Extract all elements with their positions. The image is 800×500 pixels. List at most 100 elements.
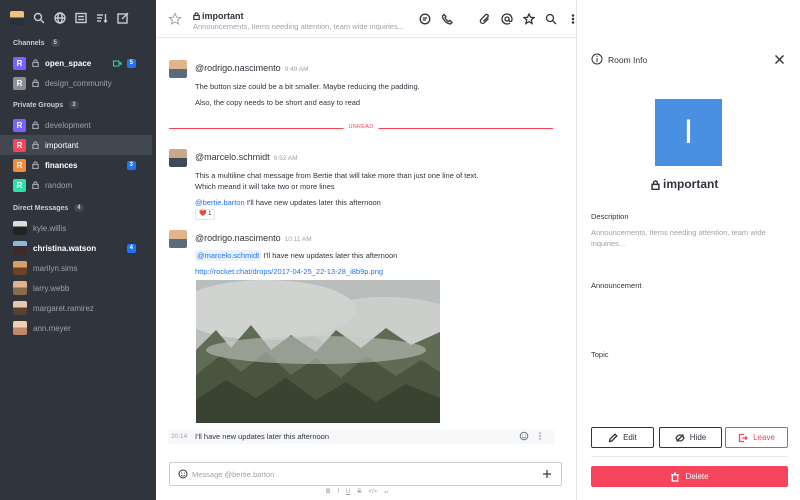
- room-avatar: R: [13, 118, 26, 132]
- room-title-text: important: [202, 11, 244, 21]
- message-avatar[interactable]: [169, 149, 187, 167]
- plus-icon[interactable]: [542, 469, 552, 479]
- sidebar-item-label: marilyn.sims: [33, 263, 78, 273]
- message-time: 20:14: [171, 433, 188, 440]
- sidebar-item-development[interactable]: R development: [0, 115, 156, 135]
- message-time: 10:11 AM: [284, 236, 312, 243]
- message-time: 9:49 AM: [284, 66, 309, 73]
- user-avatar: [13, 281, 27, 295]
- message-text: I'll have new updates later this afterno…: [195, 432, 330, 441]
- discussion-icon[interactable]: [419, 13, 431, 25]
- underline-icon[interactable]: U: [346, 489, 350, 496]
- bold-icon[interactable]: B: [326, 489, 330, 496]
- sidebar-item-label: larry.webb: [33, 283, 70, 293]
- hide-button[interactable]: Hide: [659, 427, 722, 448]
- edit-label: Edit: [623, 433, 637, 442]
- message-text: @marcelo.schmidt I'll have new updates l…: [195, 250, 397, 261]
- sidebar-toolbar: [0, 0, 156, 36]
- sidebar-item-random[interactable]: R random: [0, 175, 156, 195]
- room-topic: Announcements, Items needing attention, …: [193, 22, 404, 31]
- sidebar-item-ann-meyer[interactable]: ann.meyer: [0, 318, 156, 338]
- sidebar-item-kyle-willis[interactable]: kyle.willis: [0, 218, 156, 238]
- eye-off-icon: [675, 433, 685, 442]
- room-avatar: R: [13, 76, 26, 90]
- message-header: @rodrigo.nascimento 9:49 AM: [195, 63, 309, 73]
- starred-icon[interactable]: [522, 12, 536, 25]
- sidebar-item-finances[interactable]: R finances 3: [0, 155, 156, 175]
- sidebar-item-larry-webb[interactable]: larry.webb: [0, 278, 156, 298]
- unread-badge: 4: [126, 243, 136, 253]
- message-avatar[interactable]: [169, 60, 187, 78]
- sidebar-item-label: random: [45, 180, 73, 190]
- formatting-toolbar: B I U S </> ↵: [326, 489, 389, 496]
- reaction-heart[interactable]: ❤️ 1: [195, 209, 216, 220]
- sidebar: Channels 5 R open_space 5 R design_commu…: [0, 0, 156, 500]
- message-username[interactable]: @rodrigo.nascimento: [195, 233, 281, 243]
- directory-icon[interactable]: [54, 12, 66, 24]
- sidebar-item-open-space[interactable]: R open_space 5: [0, 53, 156, 73]
- sidebar-item-label: development: [45, 120, 91, 130]
- favorite-star-icon[interactable]: [168, 12, 182, 26]
- message-avatar[interactable]: [169, 230, 187, 248]
- sort-icon[interactable]: [96, 12, 108, 24]
- room-name-text: important: [663, 177, 719, 191]
- delete-button[interactable]: Delete: [591, 466, 788, 487]
- info-icon: [591, 53, 603, 65]
- lock-icon: [32, 121, 39, 130]
- emoji-icon[interactable]: [178, 469, 188, 479]
- strike-icon[interactable]: S: [357, 489, 361, 496]
- trash-icon: [671, 472, 680, 482]
- lock-icon: [32, 181, 39, 190]
- announcement-label: Announcement: [591, 281, 642, 290]
- forest-fog-image: [196, 280, 440, 423]
- message-input[interactable]: [192, 467, 532, 481]
- message-menu-icon[interactable]: [535, 431, 545, 441]
- multiline-icon[interactable]: ↵: [384, 489, 389, 496]
- attachment-icon[interactable]: [479, 13, 491, 25]
- leave-label: Leave: [753, 433, 775, 442]
- search-icon[interactable]: [33, 12, 45, 24]
- sidebar-item-marilyn-sims[interactable]: marilyn.sims: [0, 258, 156, 278]
- mentions-icon[interactable]: [501, 13, 513, 25]
- sidebar-item-label: design_community: [45, 78, 112, 88]
- room-name: important: [651, 177, 718, 191]
- sidebar-item-christina-watson[interactable]: christina.watson 4: [0, 238, 156, 258]
- phone-icon[interactable]: [441, 13, 453, 25]
- search-messages-icon[interactable]: [545, 13, 557, 25]
- message-username[interactable]: @marcelo.schmidt: [195, 152, 270, 162]
- add-reaction-icon[interactable]: [519, 431, 529, 441]
- user-avatar[interactable]: [10, 11, 24, 25]
- edit-button[interactable]: Edit: [591, 427, 654, 448]
- unread-badge: 3: [126, 160, 136, 170]
- sidebar-item-label: kyle.willis: [33, 223, 67, 233]
- delete-label: Delete: [685, 472, 709, 481]
- sidebar-item-label: ann.meyer: [33, 323, 71, 333]
- italic-icon[interactable]: I: [337, 489, 339, 496]
- divider: [591, 456, 788, 457]
- user-avatar: [13, 301, 27, 315]
- description-label: Description: [591, 212, 629, 221]
- message-username[interactable]: @rodrigo.nascimento: [195, 63, 281, 73]
- leave-button[interactable]: Leave: [725, 427, 788, 448]
- header-toolbar: [419, 12, 579, 25]
- lock-icon: [32, 79, 39, 88]
- list-view-icon[interactable]: [75, 12, 87, 24]
- room-avatar: R: [13, 56, 26, 70]
- unread-label: UNREAD: [343, 124, 379, 130]
- direct-messages-count: 4: [74, 204, 84, 212]
- description-value: Announcements, Items needing attention, …: [591, 228, 766, 248]
- lock-icon: [193, 12, 200, 21]
- attachment-link[interactable]: http://rocket.chat/drops/2017-04-25_22-1…: [195, 267, 383, 276]
- user-mention[interactable]: @bertie.barton: [195, 198, 245, 207]
- sidebar-item-important[interactable]: R important: [0, 135, 152, 155]
- message-hover-row[interactable]: 20:14 I'll have new updates later this a…: [168, 429, 555, 444]
- sidebar-item-margaret-ramirez[interactable]: margaret.ramirez: [0, 298, 156, 318]
- user-mention[interactable]: @marcelo.schmidt: [195, 250, 262, 261]
- sidebar-item-design-community[interactable]: R design_community: [0, 73, 156, 93]
- create-new-icon[interactable]: [117, 12, 129, 24]
- code-icon[interactable]: </>: [368, 489, 377, 496]
- channels-section-header: Channels 5: [0, 36, 156, 50]
- close-icon[interactable]: [774, 54, 785, 65]
- sidebar-item-label: finances: [45, 160, 78, 170]
- attached-image[interactable]: [196, 280, 440, 423]
